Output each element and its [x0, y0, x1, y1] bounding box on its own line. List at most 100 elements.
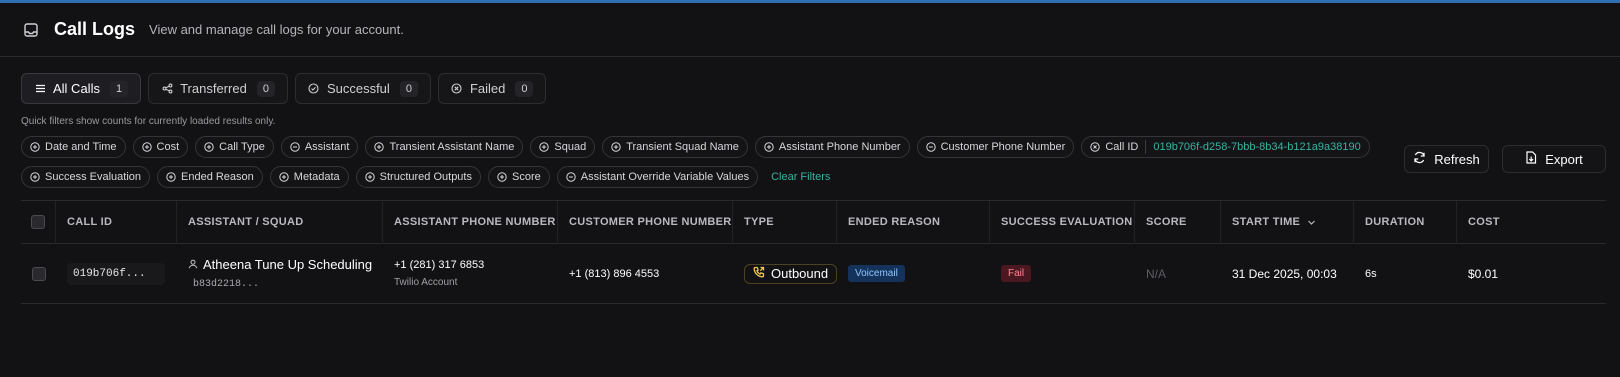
- filter-chip-cost[interactable]: Cost: [132, 136, 189, 158]
- user-icon: [188, 257, 198, 272]
- chip-label: Assistant: [304, 141, 350, 153]
- chip-label: Customer Phone Number: [940, 141, 1066, 153]
- filter-chip-call-id[interactable]: Call ID 019b706f-d258-7bbb-8b34-b121a9a3…: [1081, 136, 1370, 158]
- list-icon: [34, 83, 46, 95]
- chip-label: Score: [511, 171, 541, 183]
- filter-hint: Quick filters show counts for currently …: [21, 116, 276, 127]
- table-header: Call ID Assistant / Squad Assistant Phon…: [21, 200, 1606, 244]
- plus-circle-icon: [204, 142, 214, 152]
- col-duration[interactable]: Duration: [1354, 200, 1457, 244]
- plus-circle-icon: [374, 142, 385, 152]
- toolbar-actions: Refresh Export: [1404, 145, 1606, 173]
- refresh-button[interactable]: Refresh: [1404, 145, 1489, 173]
- export-label: Export: [1545, 151, 1583, 167]
- call-id-cell: 019b706f...: [56, 244, 177, 304]
- x-circle-icon: [1090, 142, 1101, 152]
- filter-chip-ended-reason[interactable]: Ended Reason: [157, 166, 263, 188]
- filter-row-1: Date and Time Cost Call Type Assistant T…: [21, 136, 1620, 158]
- score-cell: N/A: [1135, 244, 1221, 304]
- col-type[interactable]: Type: [733, 200, 837, 244]
- customer-phone-number: +1 (813) 896 4553: [569, 267, 660, 280]
- filter-chip-metadata[interactable]: Metadata: [269, 166, 349, 188]
- assistant-cell: Atheena Tune Up Scheduling b83d2218...: [177, 244, 383, 304]
- col-start-time[interactable]: Start Time: [1221, 200, 1354, 244]
- assistant-name[interactable]: Atheena Tune Up Scheduling: [188, 257, 383, 272]
- call-logs-table: Call ID Assistant / Squad Assistant Phon…: [21, 200, 1606, 304]
- tab-label: Successful: [326, 81, 390, 96]
- share-icon: [161, 83, 173, 95]
- success-evaluation-badge: Fail: [1001, 265, 1032, 282]
- filter-chip-assistant-override-variable-values[interactable]: Assistant Override Variable Values: [556, 166, 759, 188]
- chip-divider: [1145, 140, 1147, 154]
- chip-label: Transient Assistant Name: [389, 141, 515, 153]
- chip-label: Structured Outputs: [379, 171, 472, 183]
- row-select-cell: [21, 244, 56, 304]
- chip-label: Ended Reason: [181, 171, 254, 183]
- chip-label: Transient Squad Name: [626, 141, 739, 153]
- inbox-icon: [22, 21, 40, 39]
- tab-label: Failed: [469, 81, 506, 96]
- tab-transferred[interactable]: Transferred 0: [148, 73, 288, 104]
- ended-reason-badge: Voicemail: [848, 265, 905, 282]
- plus-circle-icon: [539, 142, 550, 152]
- col-ended-reason[interactable]: Ended Reason: [837, 200, 990, 244]
- type-label: Outbound: [771, 266, 829, 281]
- tab-count: 1: [109, 80, 129, 97]
- filter-chip-transient-assistant-name[interactable]: Transient Assistant Name: [365, 136, 524, 158]
- assistant-id: b83d2218...: [193, 279, 260, 290]
- filter-chip-call-type[interactable]: Call Type: [195, 136, 274, 158]
- start-time-cell: 31 Dec 2025, 00:03: [1221, 244, 1354, 304]
- tab-count: 0: [515, 80, 534, 97]
- filter-chip-assistant-phone-number[interactable]: Assistant Phone Number: [754, 136, 910, 158]
- filter-chip-success-evaluation[interactable]: Success Evaluation: [21, 166, 150, 188]
- col-score[interactable]: Score: [1135, 200, 1221, 244]
- table-row[interactable]: 019b706f... Atheena Tune Up Scheduling b…: [21, 244, 1606, 304]
- plus-circle-icon: [30, 142, 40, 152]
- type-badge: Outbound: [744, 263, 838, 284]
- col-success-evaluation[interactable]: Success Evaluation: [990, 200, 1135, 244]
- select-all-checkbox[interactable]: [31, 215, 45, 229]
- col-assistant-phone[interactable]: Assistant Phone Number: [383, 200, 558, 244]
- tab-count: 0: [399, 80, 418, 97]
- filter-chip-structured-outputs[interactable]: Structured Outputs: [355, 166, 481, 188]
- cost-value: $0.01: [1468, 266, 1499, 281]
- tab-all-calls[interactable]: All Calls 1: [21, 73, 142, 104]
- plus-circle-icon: [497, 172, 507, 182]
- chip-label: Call ID: [1105, 141, 1139, 153]
- col-assistant-squad[interactable]: Assistant / Squad: [177, 200, 383, 244]
- filter-chip-assistant[interactable]: Assistant: [280, 136, 359, 158]
- clear-filters-link[interactable]: Clear Filters: [771, 171, 830, 183]
- call-id-filter-value: 019b706f-d258-7bbb-8b34-b121a9a38190: [1153, 141, 1361, 153]
- refresh-label: Refresh: [1434, 151, 1480, 167]
- col-customer-phone[interactable]: Customer Phone Number: [558, 200, 733, 244]
- page-title: Call Logs: [54, 19, 136, 39]
- plus-circle-icon: [611, 142, 621, 152]
- chip-label: Assistant Override Variable Values: [580, 171, 750, 183]
- filter-chip-customer-phone-number[interactable]: Customer Phone Number: [916, 136, 1075, 158]
- col-cost[interactable]: Cost: [1457, 201, 1557, 244]
- col-call-id[interactable]: Call ID: [56, 200, 177, 244]
- plus-circle-icon: [141, 142, 152, 152]
- call-id-value[interactable]: 019b706f...: [67, 262, 165, 285]
- tab-count: 0: [256, 80, 275, 97]
- filter-chip-date-and-time[interactable]: Date and Time: [21, 136, 126, 158]
- success-evaluation-cell: Fail: [990, 244, 1135, 304]
- ended-reason-cell: Voicemail: [837, 244, 990, 304]
- chip-label: Assistant Phone Number: [778, 141, 901, 153]
- chip-label: Call Type: [219, 141, 265, 153]
- filter-chip-transient-squad-name[interactable]: Transient Squad Name: [602, 136, 748, 158]
- tab-failed[interactable]: Failed 0: [437, 73, 547, 104]
- page-subtitle: View and manage call logs for your accou…: [149, 22, 404, 37]
- export-button[interactable]: Export: [1502, 145, 1606, 173]
- plus-circle-icon: [764, 142, 774, 152]
- duration-value: 6s: [1365, 267, 1377, 280]
- chip-label: Metadata: [293, 171, 340, 183]
- filter-chip-squad[interactable]: Squad: [530, 136, 596, 158]
- customer-phone-cell: +1 (813) 896 4553: [558, 244, 733, 304]
- filter-chip-score[interactable]: Score: [487, 166, 550, 188]
- plus-circle-icon: [279, 172, 289, 182]
- assistant-phone-provider: Twilio Account: [394, 277, 458, 288]
- tab-successful[interactable]: Successful 0: [294, 73, 431, 104]
- row-checkbox[interactable]: [31, 266, 46, 281]
- chip-label: Date and Time: [45, 141, 117, 153]
